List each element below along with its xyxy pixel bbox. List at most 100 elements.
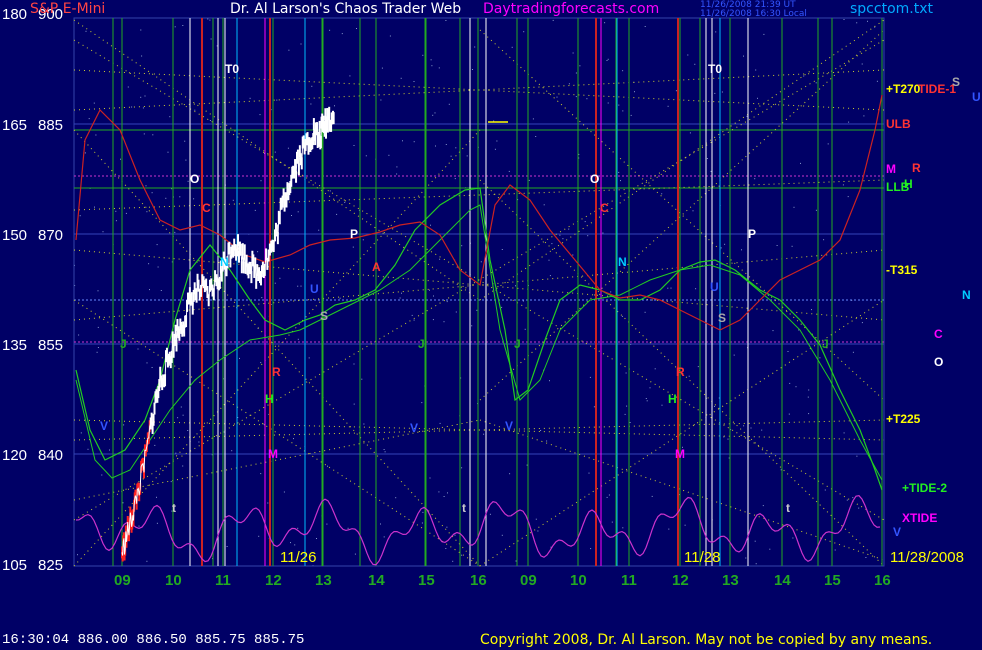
osc-axis-tick: 180: [2, 6, 27, 23]
background-star: [349, 75, 351, 77]
background-star: [472, 69, 473, 70]
background-star: [644, 311, 646, 313]
planet-label: M: [675, 447, 685, 461]
background-star: [714, 405, 715, 407]
right-label: +T270: [886, 82, 921, 96]
background-star: [568, 83, 570, 85]
background-star: [651, 495, 653, 497]
background-star: [526, 464, 528, 466]
background-star: [501, 249, 503, 250]
background-star: [694, 63, 696, 65]
planet-label: J: [120, 337, 127, 351]
background-star: [151, 367, 153, 368]
planet-label: V: [100, 419, 108, 433]
website-url[interactable]: Daytradingforecasts.com: [483, 1, 659, 17]
background-star: [127, 86, 129, 88]
right-label: H: [904, 177, 913, 191]
background-star: [661, 404, 663, 406]
background-star: [551, 243, 553, 245]
background-star: [380, 99, 382, 101]
background-star: [97, 347, 99, 348]
background-star: [807, 396, 809, 398]
background-star: [549, 380, 550, 382]
background-star: [746, 115, 748, 117]
background-star: [523, 31, 525, 33]
right-label: C: [934, 327, 943, 341]
right-label: M: [886, 162, 896, 176]
right-label: -T315: [886, 263, 918, 277]
background-star: [254, 209, 256, 211]
background-star: [138, 525, 140, 527]
background-star: [365, 155, 367, 157]
background-star: [501, 534, 503, 536]
background-star: [607, 102, 609, 104]
background-star: [861, 63, 863, 65]
background-star: [604, 22, 606, 24]
background-star: [142, 107, 144, 109]
background-star: [384, 451, 386, 453]
background-star: [727, 438, 729, 440]
background-star: [231, 450, 233, 452]
background-star: [823, 239, 825, 241]
background-star: [876, 80, 878, 82]
background-star: [193, 198, 195, 200]
background-star: [608, 494, 610, 496]
background-star: [827, 143, 829, 145]
time-axis-tick: 09: [114, 572, 131, 589]
background-star: [489, 513, 491, 515]
background-star: [688, 375, 690, 377]
planet-label: P: [350, 227, 358, 241]
background-star: [170, 481, 172, 483]
background-star: [169, 116, 171, 118]
background-star: [776, 245, 778, 246]
background-star: [618, 171, 620, 173]
background-star: [743, 55, 744, 57]
background-star: [122, 502, 124, 504]
right-label: XTIDE: [902, 511, 937, 525]
background-star: [389, 35, 391, 37]
background-star: [131, 106, 133, 108]
background-star: [622, 527, 624, 529]
time-axis-tick: 16: [470, 572, 487, 589]
planet-label: H: [265, 392, 274, 406]
background-star: [288, 49, 290, 51]
right-label: N: [962, 288, 971, 302]
background-star: [755, 69, 757, 71]
planet-label: U: [310, 282, 319, 296]
planet-label: C: [202, 201, 211, 215]
background-star: [146, 560, 148, 562]
background-star: [232, 199, 234, 201]
planet-label: t: [172, 501, 176, 515]
background-star: [624, 413, 626, 415]
chart-title: Dr. Al Larson's Chaos Trader Web: [230, 1, 462, 17]
background-star: [182, 414, 184, 416]
background-star: [450, 155, 452, 157]
date-label: 11/26: [280, 549, 316, 566]
background-star: [480, 261, 482, 263]
price-axis-tick: 840: [38, 447, 63, 464]
time-axis-tick: 10: [570, 572, 587, 589]
background-star: [88, 118, 90, 120]
planet-label: V: [410, 421, 418, 435]
background-star: [174, 26, 176, 28]
background-star: [763, 33, 765, 35]
background-star: [149, 289, 150, 291]
background-star: [610, 291, 612, 293]
date-label: 11/28/2008: [890, 549, 964, 566]
background-star: [626, 405, 628, 407]
background-star: [141, 55, 143, 57]
background-star: [606, 496, 608, 498]
background-star: [209, 19, 211, 21]
background-star: [402, 140, 403, 142]
background-star: [400, 77, 402, 79]
background-star: [353, 145, 355, 146]
background-star: [207, 18, 209, 20]
background-star: [300, 285, 302, 287]
background-star: [291, 215, 292, 216]
background-star: [443, 496, 445, 497]
background-star: [87, 448, 89, 450]
background-star: [559, 234, 561, 236]
background-star: [714, 92, 716, 94]
background-star: [447, 492, 448, 494]
planet-label: N: [618, 255, 627, 269]
